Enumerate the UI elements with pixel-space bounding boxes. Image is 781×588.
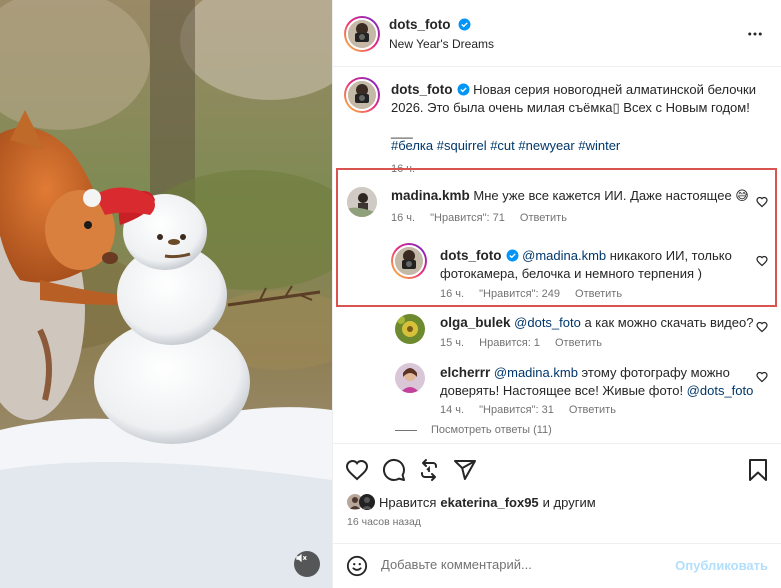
comment-input[interactable] (381, 557, 671, 572)
reply-item: elcherrr @madina.kmb этому фотографу мож… (440, 364, 760, 400)
comment-bubble-icon[interactable] (382, 458, 406, 482)
more-options-button[interactable] (746, 25, 764, 46)
more-horizontal-icon (748, 32, 762, 36)
reply-item: dots_foto @madina.kmb никакого ИИ, тольк… (440, 247, 740, 283)
view-replies-button[interactable]: Посмотреть ответы (11) (395, 424, 552, 436)
comment-time: 16 ч. (391, 212, 416, 224)
comment-item: madina.kmb Мне уже все кажется ИИ. Даже … (391, 187, 751, 205)
reply-time: 15 ч. (440, 337, 465, 349)
comment-like-heart-icon[interactable] (756, 196, 768, 208)
likes-summary[interactable]: Нравится ekaterina_fox95 и другим (347, 494, 596, 510)
reply-mention[interactable]: @dots_foto (514, 315, 581, 330)
emoji-smiley-icon[interactable] (346, 555, 368, 577)
reply-username[interactable]: olga_bulek (440, 315, 511, 330)
reply-button[interactable]: Ответить (575, 288, 622, 300)
caption-username[interactable]: dots_foto (391, 82, 453, 97)
reply-mention[interactable]: @madina.kmb (522, 248, 606, 263)
caption-hashtags[interactable]: #белка #squirrel #cut #newyear #winter (391, 137, 766, 155)
like-heart-icon[interactable] (345, 458, 369, 482)
post-time-ago: 16 часов назад (347, 516, 421, 528)
reply-button[interactable]: Ответить (555, 337, 602, 349)
reply-button[interactable]: Ответить (520, 212, 567, 224)
liker-avatar-icon (359, 494, 375, 510)
reply-author-avatar[interactable] (391, 243, 427, 279)
post-panel: dots_foto New Year's Dreams dots_foto Но… (332, 0, 781, 588)
mute-button[interactable] (294, 551, 320, 577)
commenter-avatar[interactable] (395, 363, 425, 393)
reply-meta: 14 ч. "Нравится": 31 Ответить (440, 404, 628, 416)
action-bar: Нравится ekaterina_fox95 и другим 16 час… (333, 443, 781, 543)
comment-like-heart-icon[interactable] (756, 321, 768, 333)
caption: dots_foto Новая серия новогодней алматин… (391, 81, 766, 178)
comment-like-heart-icon[interactable] (756, 371, 768, 383)
comment-text: Мне уже все кажется ИИ. Даже настоящее 😅 (473, 188, 749, 203)
reply-username[interactable]: dots_foto (440, 248, 502, 263)
publish-button[interactable]: Опубликовать (675, 558, 768, 573)
comment-meta: 16 ч. "Нравится": 71 Ответить (391, 212, 579, 224)
repost-icon[interactable] (417, 458, 441, 482)
comment-username[interactable]: madina.kmb (391, 188, 470, 203)
reply-likes-count[interactable]: Нравится: 1 (479, 337, 540, 349)
verified-badge-icon (458, 18, 471, 31)
camera-avatar-image (346, 18, 378, 50)
bookmark-icon[interactable] (747, 458, 769, 482)
caption-avatar[interactable] (344, 77, 380, 113)
reply-time: 16 ч. (440, 288, 465, 300)
reply-mention[interactable]: @madina.kmb (494, 365, 578, 380)
reply-meta: 15 ч. Нравится: 1 Ответить (440, 337, 614, 349)
camera-avatar-image (393, 245, 425, 277)
liker-avatars (347, 494, 377, 510)
verified-badge-icon (457, 83, 469, 96)
camera-avatar-image (346, 79, 378, 111)
post-location[interactable]: New Year's Dreams (389, 37, 494, 51)
speaker-off-icon (296, 553, 307, 563)
view-replies-label: Посмотреть ответы (11) (431, 424, 552, 436)
comment-like-heart-icon[interactable] (756, 255, 768, 267)
post-photo[interactable] (0, 0, 332, 588)
verified-badge-icon (506, 249, 518, 262)
likes-suffix[interactable]: и другим (543, 495, 596, 510)
caption-separator: ___ (391, 124, 413, 139)
share-send-icon[interactable] (453, 458, 477, 482)
author-avatar[interactable] (344, 16, 380, 52)
add-comment-bar: Опубликовать (333, 543, 781, 588)
commenter-avatar[interactable] (395, 314, 425, 344)
reply-item: olga_bulek @dots_foto а как можно скачат… (440, 314, 760, 332)
comment-likes-count[interactable]: "Нравится": 71 (430, 212, 505, 224)
reply-text: а как можно скачать видео? (580, 315, 754, 330)
reply-likes-count[interactable]: "Нравится": 249 (479, 288, 560, 300)
reply-meta: 16 ч. "Нравится": 249 Ответить (440, 288, 634, 300)
commenter-avatar[interactable] (347, 187, 377, 217)
reply-likes-count[interactable]: "Нравится": 31 (479, 404, 554, 416)
reply-time: 14 ч. (440, 404, 465, 416)
divider-line (395, 429, 417, 431)
reply-username[interactable]: elcherrr (440, 365, 490, 380)
post-header: dots_foto New Year's Dreams (333, 0, 781, 67)
squirrel-snowman-image (0, 0, 332, 588)
likes-prefix: Нравится (379, 494, 437, 510)
likes-username[interactable]: ekaterina_fox95 (440, 495, 538, 510)
author-username[interactable]: dots_foto (389, 17, 451, 32)
comments-section[interactable]: dots_foto Новая серия новогодней алматин… (333, 67, 781, 443)
reply-mention-2[interactable]: @dots_foto (687, 383, 754, 398)
reply-button[interactable]: Ответить (569, 404, 616, 416)
